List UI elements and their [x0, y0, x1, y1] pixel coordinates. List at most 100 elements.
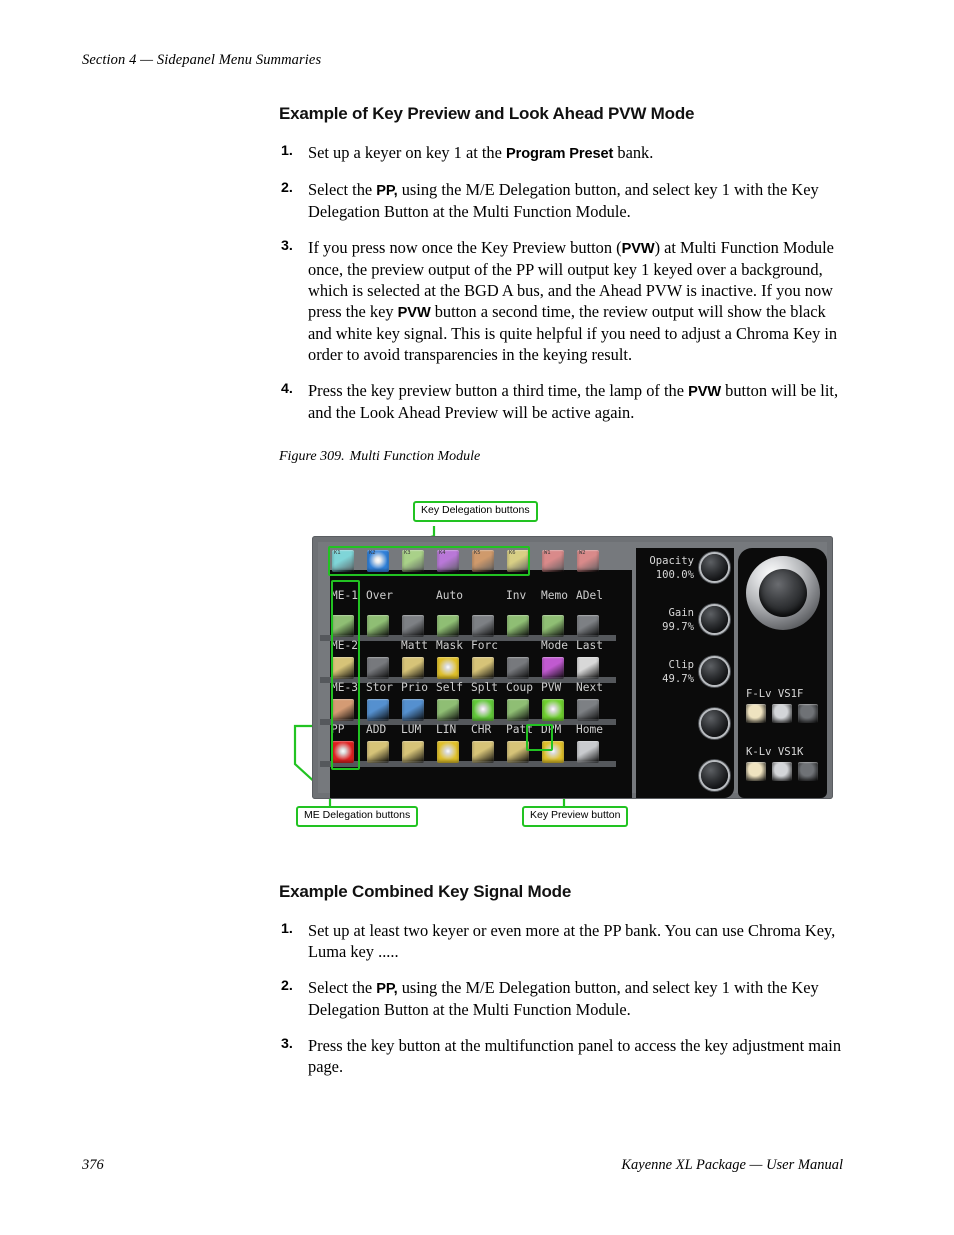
step-text: Press the key button at the multifunctio… [308, 1036, 842, 1077]
panel-button-row [318, 741, 620, 767]
knob-value: 100.0% [655, 568, 694, 581]
panel-button[interactable] [402, 615, 424, 637]
panel-button[interactable] [367, 741, 389, 763]
panel-button[interactable]: W1 [542, 550, 564, 572]
panel-button[interactable] [367, 615, 389, 637]
step-number: 1. [281, 921, 293, 937]
panel-knob[interactable] [701, 554, 728, 581]
figure-multi-function-module: K1 K2 K3 K4 K5 K6 W1 W2 ME-1 Over Auto Inv Memo ADel M… [283, 496, 843, 836]
panel-button[interactable] [402, 699, 424, 721]
step-text: Press the key preview button a third tim… [308, 381, 839, 422]
step-text: If you press now once the Key Preview bu… [308, 237, 838, 364]
step-number: 4. [281, 381, 293, 398]
panel-label-row [318, 765, 630, 779]
panel-button-label: Mode [541, 639, 568, 652]
panel-button-label: Stor [366, 681, 393, 694]
panel-button[interactable] [507, 699, 529, 721]
panel-button-label: Inv [506, 589, 527, 602]
list-item: 4. Press the key preview button a third … [279, 380, 844, 423]
list-item: 2. Select the PP, using the M/E Delegati… [279, 179, 844, 222]
panel-button[interactable] [507, 657, 529, 679]
callout-key-delegation-buttons: Key Delegation buttons [413, 501, 538, 522]
panel-button-tag: W1 [544, 550, 551, 556]
joystick-button[interactable] [772, 704, 792, 723]
joystick-button[interactable] [798, 762, 818, 781]
panel-button[interactable] [577, 615, 599, 637]
step-number: 3. [281, 1036, 293, 1053]
panel-joystick-column: F-Lv VS1F K-Lv VS1K [738, 548, 827, 798]
panel-knob[interactable] [701, 658, 728, 685]
panel-button[interactable] [472, 657, 494, 679]
panel-button[interactable]: W2 [577, 550, 599, 572]
panel-knob-column: Opacity 100.0% Gain 99.7% Clip 49.7% [636, 548, 734, 798]
knob-name: Clip [668, 659, 694, 671]
panel-button[interactable] [577, 657, 599, 679]
panel-knob[interactable] [701, 710, 728, 737]
panel-button-label: Over [366, 589, 393, 602]
highlight-key-preview-button [526, 724, 553, 751]
panel-button[interactable] [542, 615, 564, 637]
panel-button[interactable] [437, 615, 459, 637]
panel-button[interactable] [542, 657, 564, 679]
knob-value: 99.7% [662, 620, 694, 633]
section-two: Example Combined Key Signal Mode 1. Set … [279, 882, 844, 1093]
panel-button-label: Mask [436, 639, 463, 652]
callout-key-preview-button: Key Preview button [522, 806, 629, 827]
panel-button-label: Home [576, 723, 603, 736]
panel-button-label: CHR [471, 723, 492, 736]
section-two-title: Example Combined Key Signal Mode [279, 882, 572, 901]
panel-knob[interactable] [701, 606, 728, 633]
joystick-button[interactable] [746, 704, 766, 723]
joystick-group-label: K-Lv VS1K [746, 746, 804, 758]
panel-button[interactable] [402, 741, 424, 763]
step-number: 2. [281, 978, 293, 995]
panel-button[interactable] [437, 657, 459, 679]
list-item: 1. Set up at least two keyer or even mor… [279, 920, 844, 962]
panel-button-label: LIN [436, 723, 457, 736]
panel-button[interactable] [437, 741, 459, 763]
panel-button[interactable] [542, 699, 564, 721]
step-text: Select the PP, using the M/E Delegation … [308, 179, 819, 221]
page-title: Example of Key Preview and Look Ahead PV… [279, 104, 695, 123]
knob-name: Gain [668, 607, 694, 619]
callout-me-delegation-buttons: ME Delegation buttons [296, 806, 419, 827]
list-item: 3. If you press now once the Key Preview… [279, 237, 844, 365]
panel-button-label: Splt [471, 681, 498, 694]
step-text: Set up a keyer on key 1 at the Program P… [308, 143, 654, 162]
panel-button[interactable] [577, 741, 599, 763]
panel-button-label: Prio [401, 681, 428, 694]
joystick-knob[interactable] [746, 556, 820, 630]
panel-button-label: LUM [401, 723, 422, 736]
panel-button-row [318, 615, 620, 641]
joystick-center-dot [780, 589, 786, 595]
figure-caption-text: Multi Function Module [349, 449, 481, 464]
multi-function-module-panel: K1 K2 K3 K4 K5 K6 W1 W2 ME-1 Over Auto Inv Memo ADel M… [312, 536, 833, 799]
panel-button-label: Memo [541, 589, 568, 602]
highlight-key-delegation-buttons [328, 546, 530, 576]
panel-button-label: Auto [436, 589, 463, 602]
panel-label-row: ME-1 Over Auto Inv Memo ADel [318, 589, 630, 603]
figure-caption: Figure 309. Multi Function Module [279, 449, 844, 465]
joystick-button[interactable] [772, 762, 792, 781]
panel-button-row [318, 657, 620, 683]
panel-button[interactable] [402, 657, 424, 679]
panel-button[interactable] [472, 699, 494, 721]
joystick-button[interactable] [798, 704, 818, 723]
panel-button[interactable] [472, 741, 494, 763]
step-number: 1. [281, 143, 293, 159]
running-head: Section 4 — Sidepanel Menu Summaries [82, 52, 322, 68]
panel-button[interactable] [367, 699, 389, 721]
panel-button[interactable] [577, 699, 599, 721]
panel-label-row: ME-2 Matt Mask Forc Mode Last [318, 639, 630, 653]
panel-knob[interactable] [701, 762, 728, 789]
panel-button[interactable] [367, 657, 389, 679]
panel-button-label: Last [576, 639, 603, 652]
figure-number: Figure 309. [279, 449, 345, 464]
panel-button[interactable] [472, 615, 494, 637]
knob-readout: Gain 99.7% [662, 607, 694, 634]
panel-button[interactable] [507, 615, 529, 637]
panel-button-tag: W2 [579, 550, 586, 556]
joystick-button[interactable] [746, 762, 766, 781]
panel-button[interactable] [437, 699, 459, 721]
highlight-me-delegation-buttons [331, 580, 360, 770]
